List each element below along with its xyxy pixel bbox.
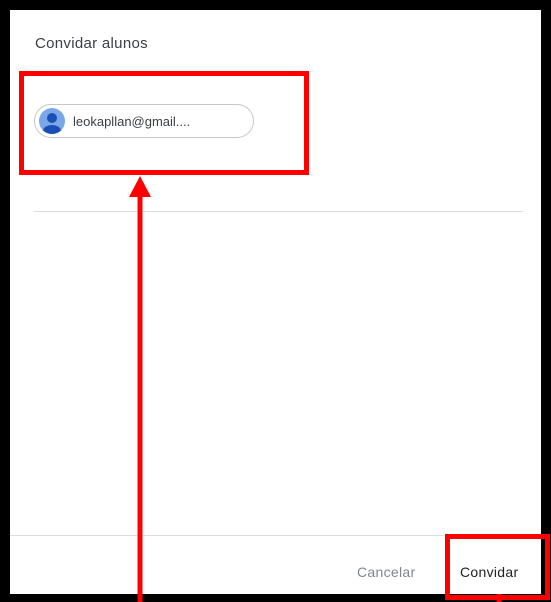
invitee-chip[interactable]: leokapllan@gmail.... xyxy=(34,104,254,138)
invitee-email: leokapllan@gmail.... xyxy=(73,113,191,129)
invite-button[interactable]: Convidar xyxy=(460,564,518,580)
cancel-button[interactable]: Cancelar xyxy=(357,564,415,580)
dialog-title: Convidar alunos xyxy=(35,35,148,52)
invite-students-dialog: Convidar alunos leokapllan@gmail.... Can… xyxy=(10,10,541,594)
input-divider xyxy=(34,211,523,212)
person-avatar-icon xyxy=(39,108,65,134)
footer-divider xyxy=(10,535,541,536)
